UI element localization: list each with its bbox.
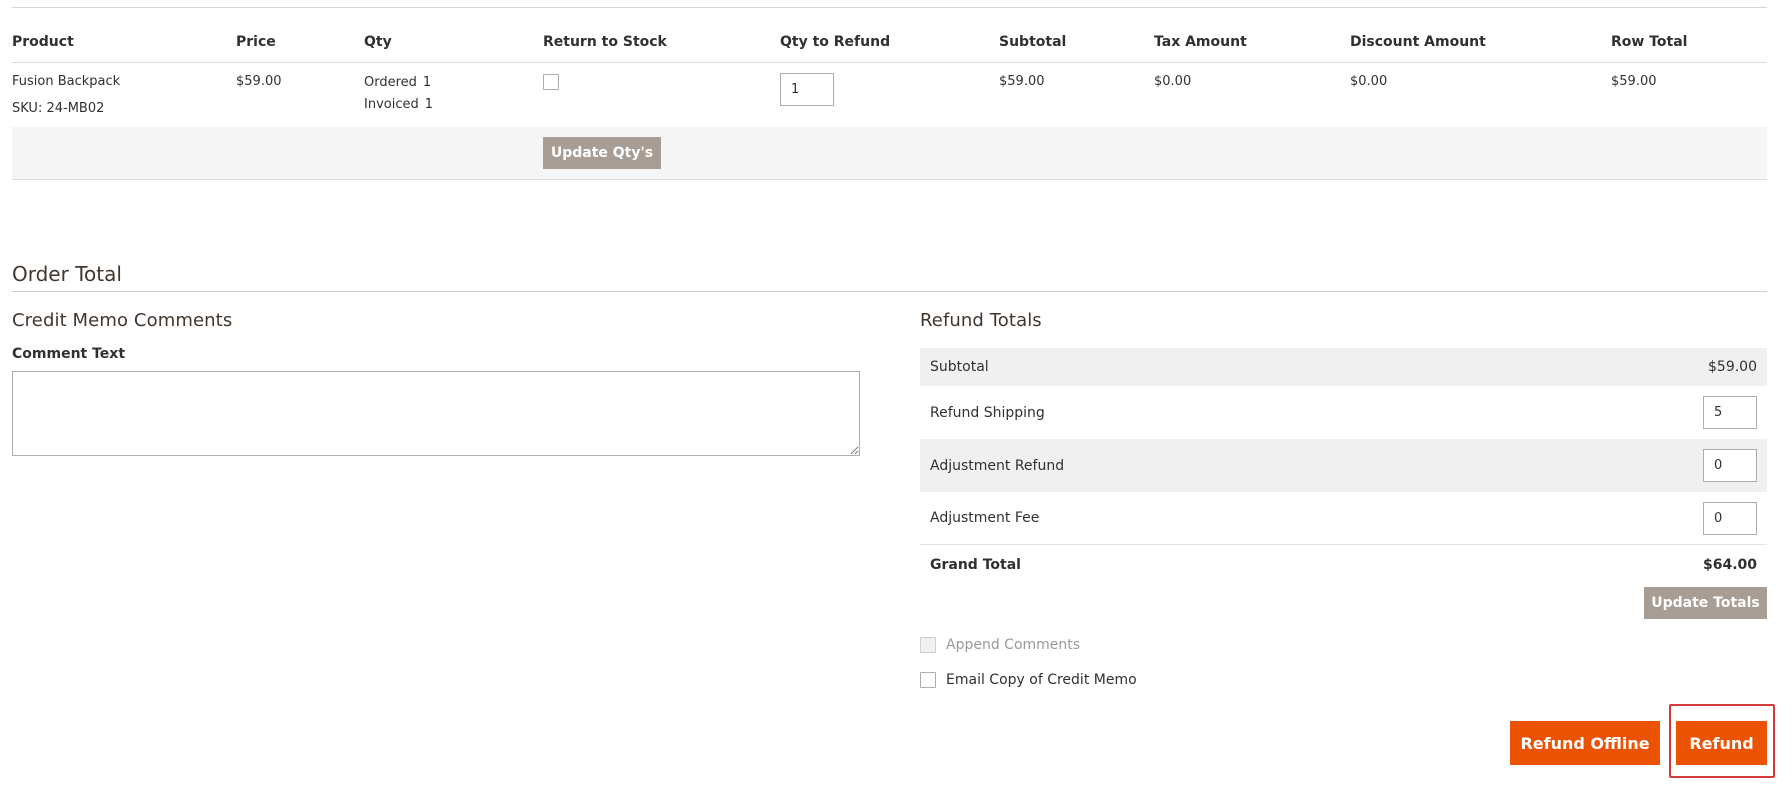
grand-total-row: Grand Total $64.00 <box>920 545 1767 585</box>
update-totals-button[interactable]: Update Totals <box>1644 587 1767 619</box>
adjustment-fee-row: Adjustment Fee <box>920 492 1767 545</box>
header-price: Price <box>236 34 276 50</box>
subtotal-value: $59.00 <box>1708 359 1757 375</box>
return-to-stock-checkbox[interactable] <box>543 74 559 90</box>
refund-shipping-input[interactable] <box>1703 396 1757 429</box>
email-copy-option[interactable]: Email Copy of Credit Memo <box>920 672 1137 688</box>
ordered-label: Ordered <box>364 75 417 90</box>
adjustment-fee-input[interactable] <box>1703 501 1757 535</box>
refund-button[interactable]: Refund <box>1676 721 1767 765</box>
order-total-divider <box>12 291 1767 292</box>
comment-text-area[interactable] <box>12 371 860 456</box>
refund-shipping-row: Refund Shipping <box>920 386 1767 439</box>
qty-summary: Ordered 1 Invoiced 1 <box>364 72 433 116</box>
ordered-qty: 1 <box>422 75 432 90</box>
grand-total-value: $64.00 <box>1702 557 1757 573</box>
header-qty-to-refund: Qty to Refund <box>780 34 891 50</box>
adjustment-fee-label: Adjustment Fee <box>930 510 1040 526</box>
header-row-total: Row Total <box>1611 34 1688 50</box>
grand-total-label: Grand Total <box>930 557 1021 573</box>
item-tax-amount: $0.00 <box>1154 74 1192 89</box>
invoiced-qty: 1 <box>424 97 434 112</box>
product-sku: SKU: 24-MB02 <box>12 101 105 116</box>
adjustment-refund-label: Adjustment Refund <box>930 457 1065 474</box>
append-comments-label: Append Comments <box>946 637 1081 653</box>
append-comments-option: Append Comments <box>920 637 1080 653</box>
update-qty-button[interactable]: Update Qty's <box>543 137 661 169</box>
product-name: Fusion Backpack <box>12 74 121 89</box>
item-row-total: $59.00 <box>1611 74 1657 89</box>
header-subtotal: Subtotal <box>999 34 1067 50</box>
invoiced-label: Invoiced <box>364 97 419 112</box>
refund-totals-title: Refund Totals <box>920 310 1042 331</box>
qty-to-refund-input[interactable] <box>780 73 834 106</box>
refund-shipping-label: Refund Shipping <box>930 404 1045 421</box>
email-copy-checkbox[interactable] <box>920 672 936 688</box>
append-comments-checkbox <box>920 637 936 653</box>
header-discount-amount: Discount Amount <box>1350 34 1486 50</box>
refund-offline-button[interactable]: Refund Offline <box>1510 721 1660 765</box>
header-qty: Qty <box>364 34 392 50</box>
header-tax-amount: Tax Amount <box>1154 34 1247 50</box>
header-product: Product <box>12 34 74 50</box>
adjustment-refund-row: Adjustment Refund <box>920 439 1767 492</box>
update-qty-row: Update Qty's <box>12 127 1767 180</box>
top-divider <box>12 7 1767 8</box>
comment-text-label: Comment Text <box>12 346 126 362</box>
item-price: $59.00 <box>236 74 282 89</box>
credit-memo-comments-title: Credit Memo Comments <box>12 310 233 331</box>
header-return-to-stock: Return to Stock <box>543 34 667 50</box>
subtotal-row: Subtotal $59.00 <box>920 348 1767 386</box>
item-subtotal: $59.00 <box>999 74 1045 89</box>
item-discount-amount: $0.00 <box>1350 74 1388 89</box>
order-total-title: Order Total <box>12 262 122 286</box>
header-divider <box>12 62 1767 63</box>
adjustment-refund-input[interactable] <box>1703 449 1757 482</box>
email-copy-label[interactable]: Email Copy of Credit Memo <box>946 672 1137 688</box>
subtotal-label: Subtotal <box>930 359 989 375</box>
